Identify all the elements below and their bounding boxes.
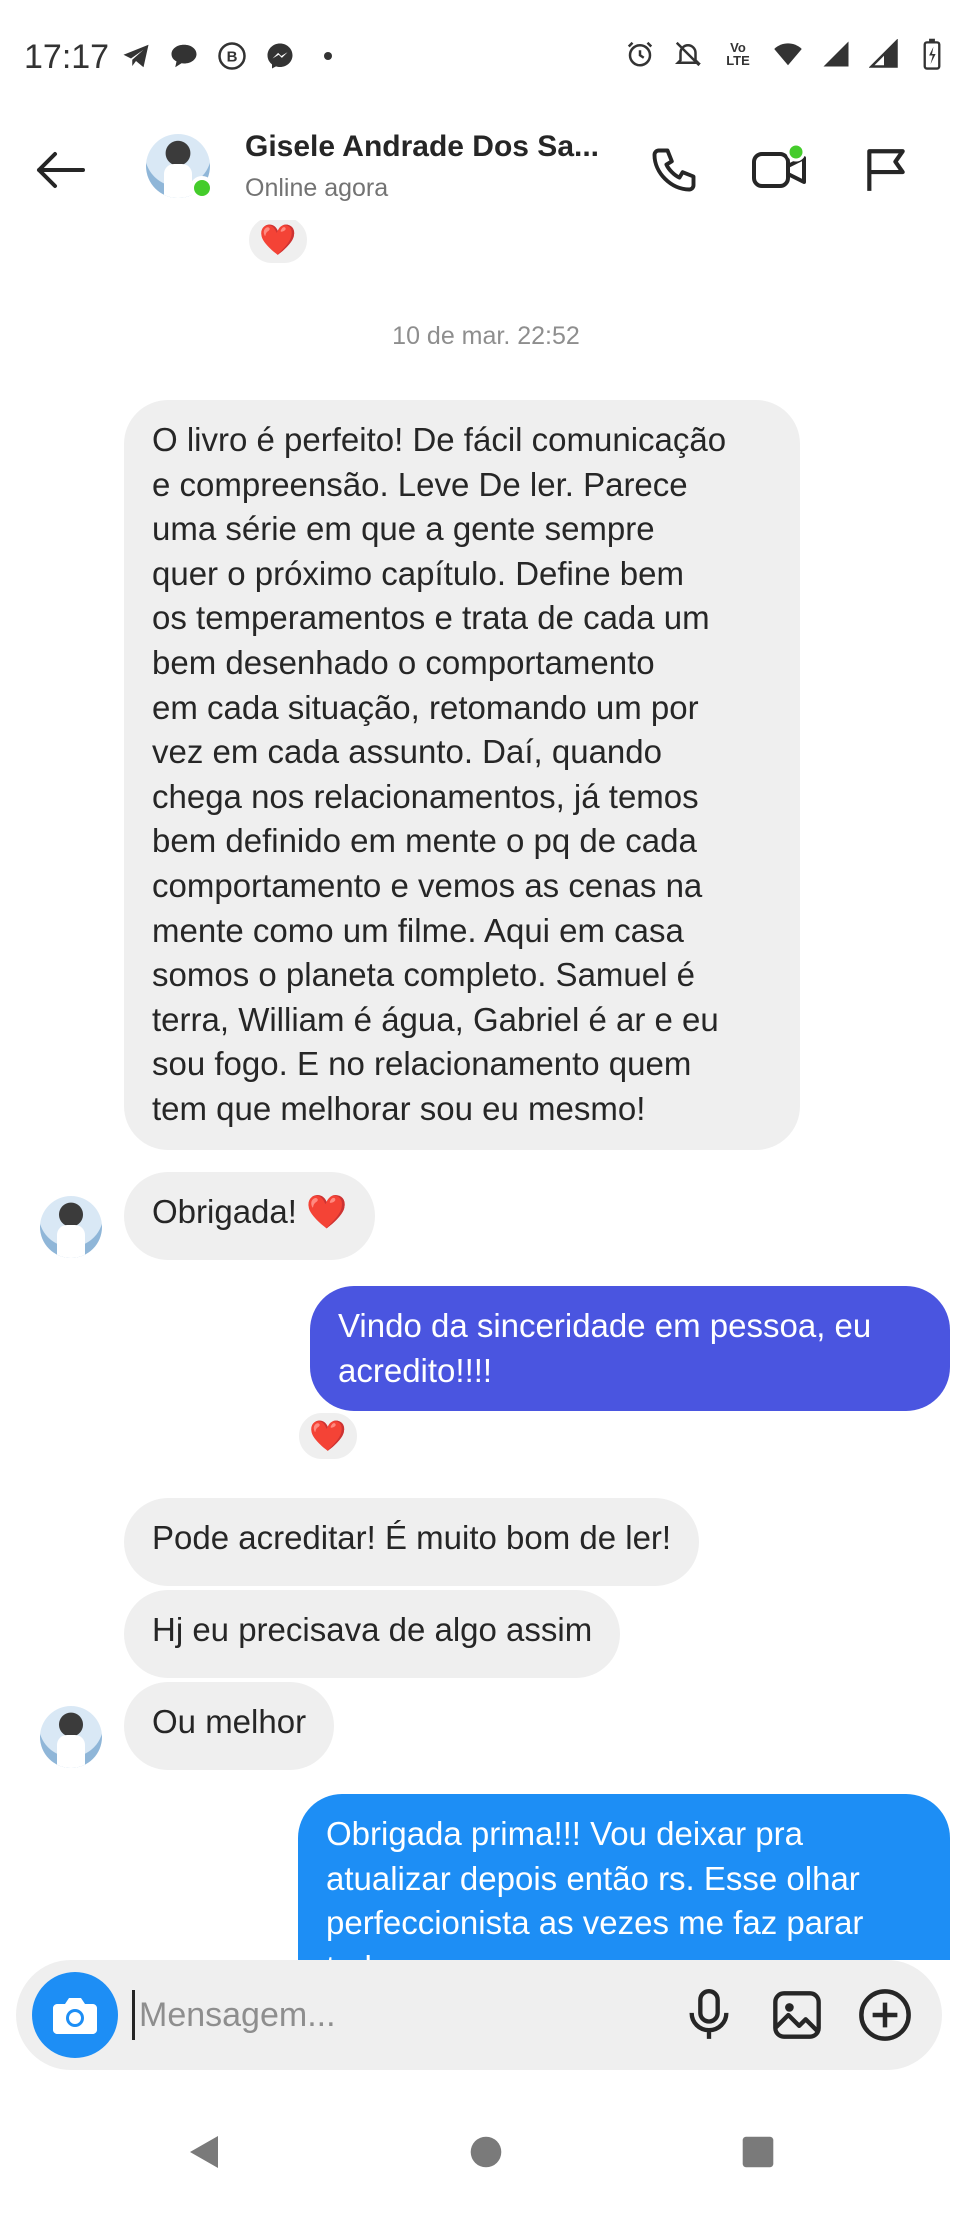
phone-icon [652, 148, 696, 192]
message-text-line: os temperamentos e trata de cada um [152, 599, 710, 637]
message-list[interactable]: ❤️ 10 de mar. 22:52 O livro é perfeito! … [0, 220, 972, 1960]
outgoing-message-bubble[interactable]: Obrigada prima!!! Vou deixar pra atualiz… [298, 1794, 950, 1960]
message-text-line: atualizar depois então rs. Esse olhar [326, 1859, 860, 1897]
message-text-line: mente como um filme. Aqui em casa [152, 911, 684, 949]
message-text-line: O livro é perfeito! De fácil comunicação [152, 421, 727, 458]
muted-bell-icon [672, 38, 704, 70]
message-text-line: Obrigada prima!!! Vou deixar pra [326, 1815, 803, 1852]
video-call-button[interactable] [748, 138, 812, 202]
message-text: Hj eu precisava de algo assim [152, 1611, 593, 1648]
message-text: Obrigada! ❤️ [152, 1193, 348, 1230]
dot-icon [312, 40, 344, 72]
back-button[interactable] [30, 140, 90, 200]
video-camera-icon [752, 142, 806, 188]
flag-icon [867, 149, 905, 191]
message-text-line: uma série em que a gente sempre [152, 510, 655, 548]
message-text-line: somos o planeta completo. Samuel é [152, 956, 695, 994]
message-text-line: perfeccionista as vezes me faz parar [326, 1904, 864, 1942]
message-text-line: sou fogo. E no relacionamento quem [152, 1045, 692, 1083]
message-text-line: em cada situação, retomando um por [152, 688, 699, 726]
message-text-line: bem desenhado o comportamento [152, 643, 655, 681]
status-time: 17:17 [24, 38, 110, 76]
messenger-icon [264, 40, 296, 72]
report-flag-button[interactable] [854, 138, 918, 202]
signal-icon [868, 38, 900, 70]
message-text: Pode acreditar! É muito bom de ler! [152, 1519, 672, 1556]
incoming-message-bubble[interactable]: Ou melhor [124, 1682, 335, 1770]
contact-status: Online agora [245, 174, 389, 202]
volte-icon: Vo LTE [720, 38, 756, 70]
incoming-message-bubble[interactable]: Pode acreditar! É muito bom de ler! [124, 1498, 700, 1586]
system-navigation-bar [0, 2090, 972, 2214]
audio-call-button[interactable] [642, 138, 706, 202]
nav-home-button[interactable] [454, 2120, 518, 2184]
battery-icon [916, 38, 948, 70]
status-bar: 17:17 B Vo LTE [0, 0, 972, 120]
message-timestamp: 10 de mar. 22:52 [392, 322, 580, 350]
online-indicator [190, 176, 214, 200]
message-text-line: vez em cada assunto. Daí, quando [152, 733, 662, 771]
gallery-button[interactable] [766, 1984, 828, 2046]
chat-header: Gisele Andrade Dos Sa... Online agora [0, 120, 972, 220]
incoming-message-bubble[interactable]: Obrigada! ❤️ [124, 1172, 376, 1260]
message-text-line: terra, William é água, Gabriel é ar e eu [152, 1000, 719, 1038]
status-left-icons: B [120, 40, 344, 72]
plus-circle-icon [859, 1989, 911, 2041]
voice-message-button[interactable] [678, 1984, 740, 2046]
message-text-line: tudo [326, 1946, 922, 1960]
contact-name[interactable]: Gisele Andrade Dos Sa... [245, 130, 599, 164]
image-icon [773, 1991, 821, 2039]
message-text-line: acredito!!!! [338, 1351, 493, 1389]
status-right-icons: Vo LTE [624, 38, 948, 70]
incoming-message-bubble[interactable]: Hj eu precisava de algo assim [124, 1590, 621, 1678]
message-text-line: tem que melhorar sou eu mesmo! [152, 1089, 646, 1127]
telegram-icon [120, 40, 152, 72]
triangle-back-icon [190, 2136, 218, 2168]
contact-avatar-button[interactable] [146, 134, 214, 200]
svg-text:B: B [227, 49, 238, 66]
sender-avatar[interactable] [40, 1196, 102, 1258]
message-text-line: quer o próximo capítulo. Define bem [152, 554, 684, 592]
more-options-button[interactable] [854, 1984, 916, 2046]
sender-avatar[interactable] [40, 1706, 102, 1768]
outgoing-message-bubble[interactable]: Vindo da sinceridade em pessoa, eu acred… [310, 1286, 950, 1412]
message-reaction[interactable]: ❤️ [246, 220, 310, 266]
microphone-icon [689, 1989, 729, 2039]
back-arrow-icon [37, 152, 85, 188]
nav-recents-button[interactable] [726, 2120, 790, 2184]
camera-button[interactable] [32, 1972, 118, 2058]
message-text: Ou melhor [152, 1703, 307, 1740]
message-composer [16, 1960, 942, 2070]
message-reaction[interactable]: ❤️ [296, 1410, 360, 1462]
volte-label: Vo LTE [726, 40, 750, 68]
wifi-icon [772, 38, 804, 70]
message-input[interactable] [132, 1990, 652, 2040]
alarm-icon [624, 38, 656, 70]
message-text-line: e compreensão. Leve De ler. Parece [152, 465, 688, 503]
chat-icon [168, 40, 200, 72]
incoming-message-bubble[interactable]: O livro é perfeito! De fácil comunicação… [124, 400, 800, 1150]
signal-icon [820, 38, 852, 70]
square-recents-icon [742, 2136, 774, 2168]
message-text-line: bem definido em mente o pq de cada [152, 822, 697, 860]
circle-home-icon [470, 2136, 502, 2168]
message-text-line: comportamento e vemos as cenas na [152, 866, 703, 904]
message-text-line: Vindo da sinceridade em pessoa, eu [338, 1307, 872, 1344]
nav-back-button[interactable] [172, 2120, 236, 2184]
camera-icon [53, 1998, 97, 2034]
b-icon: B [216, 40, 248, 72]
message-text-line: chega nos relacionamentos, já temos [152, 777, 699, 815]
